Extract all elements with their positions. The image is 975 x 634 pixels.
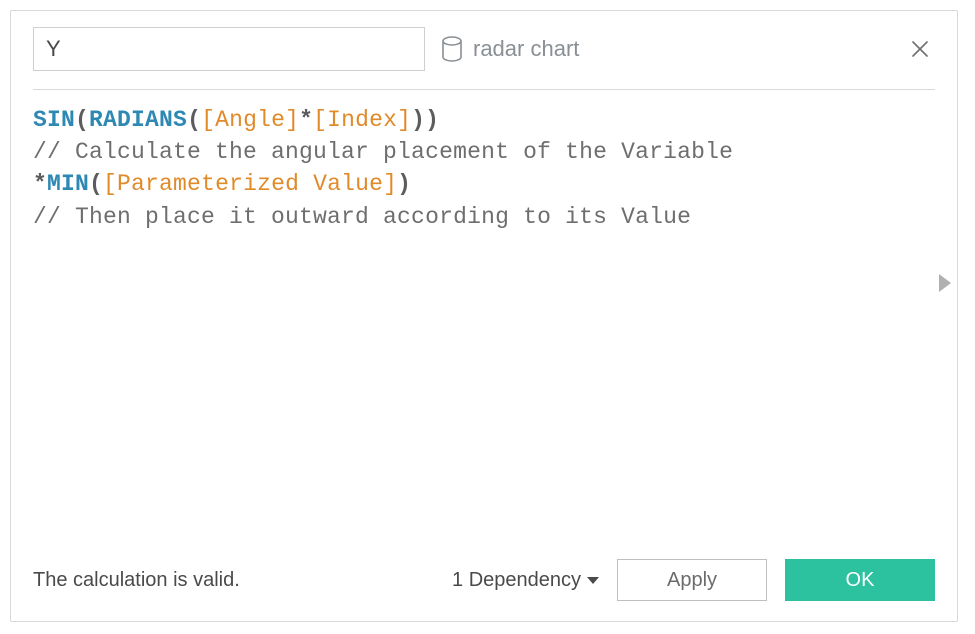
validation-message: The calculation is valid. bbox=[33, 569, 240, 592]
datasource-indicator: radar chart bbox=[441, 36, 579, 62]
ok-button-label: OK bbox=[846, 569, 875, 592]
token-function: MIN bbox=[47, 171, 89, 197]
apply-button[interactable]: Apply bbox=[617, 559, 767, 601]
token-field: [Index] bbox=[313, 107, 411, 133]
token-function: SIN bbox=[33, 107, 75, 133]
chevron-down-icon bbox=[587, 577, 599, 584]
dependency-dropdown[interactable]: 1 Dependency bbox=[452, 569, 599, 592]
ok-button[interactable]: OK bbox=[785, 559, 935, 601]
apply-button-label: Apply bbox=[667, 569, 717, 592]
close-button[interactable] bbox=[907, 35, 935, 63]
token-paren: ) bbox=[425, 107, 439, 133]
token-paren: ( bbox=[187, 107, 201, 133]
datasource-label: radar chart bbox=[473, 36, 579, 62]
token-operator: * bbox=[33, 171, 47, 197]
token-comment: // Calculate the angular placement of th… bbox=[33, 139, 733, 165]
token-field: [Angle] bbox=[201, 107, 299, 133]
token-paren: ) bbox=[397, 171, 411, 197]
database-icon bbox=[441, 36, 463, 62]
calculation-editor-dialog: radar chart SIN(RADIANS([Angle]*[Index])… bbox=[10, 10, 958, 622]
token-comment: // Then place it outward according to it… bbox=[33, 204, 691, 230]
expand-functions-button[interactable] bbox=[939, 274, 951, 292]
token-function: RADIANS bbox=[89, 107, 187, 133]
formula-editor[interactable]: SIN(RADIANS([Angle]*[Index])) // Calcula… bbox=[11, 90, 957, 233]
token-field: [Parameterized Value] bbox=[103, 171, 397, 197]
token-paren: ) bbox=[411, 107, 425, 133]
token-operator: * bbox=[299, 107, 313, 133]
dependency-label: 1 Dependency bbox=[452, 569, 581, 592]
token-paren: ( bbox=[89, 171, 103, 197]
token-paren: ( bbox=[75, 107, 89, 133]
dialog-header: radar chart bbox=[11, 11, 957, 71]
calc-name-input[interactable] bbox=[33, 27, 425, 71]
dialog-footer: The calculation is valid. 1 Dependency A… bbox=[11, 559, 957, 621]
close-icon bbox=[910, 39, 930, 59]
